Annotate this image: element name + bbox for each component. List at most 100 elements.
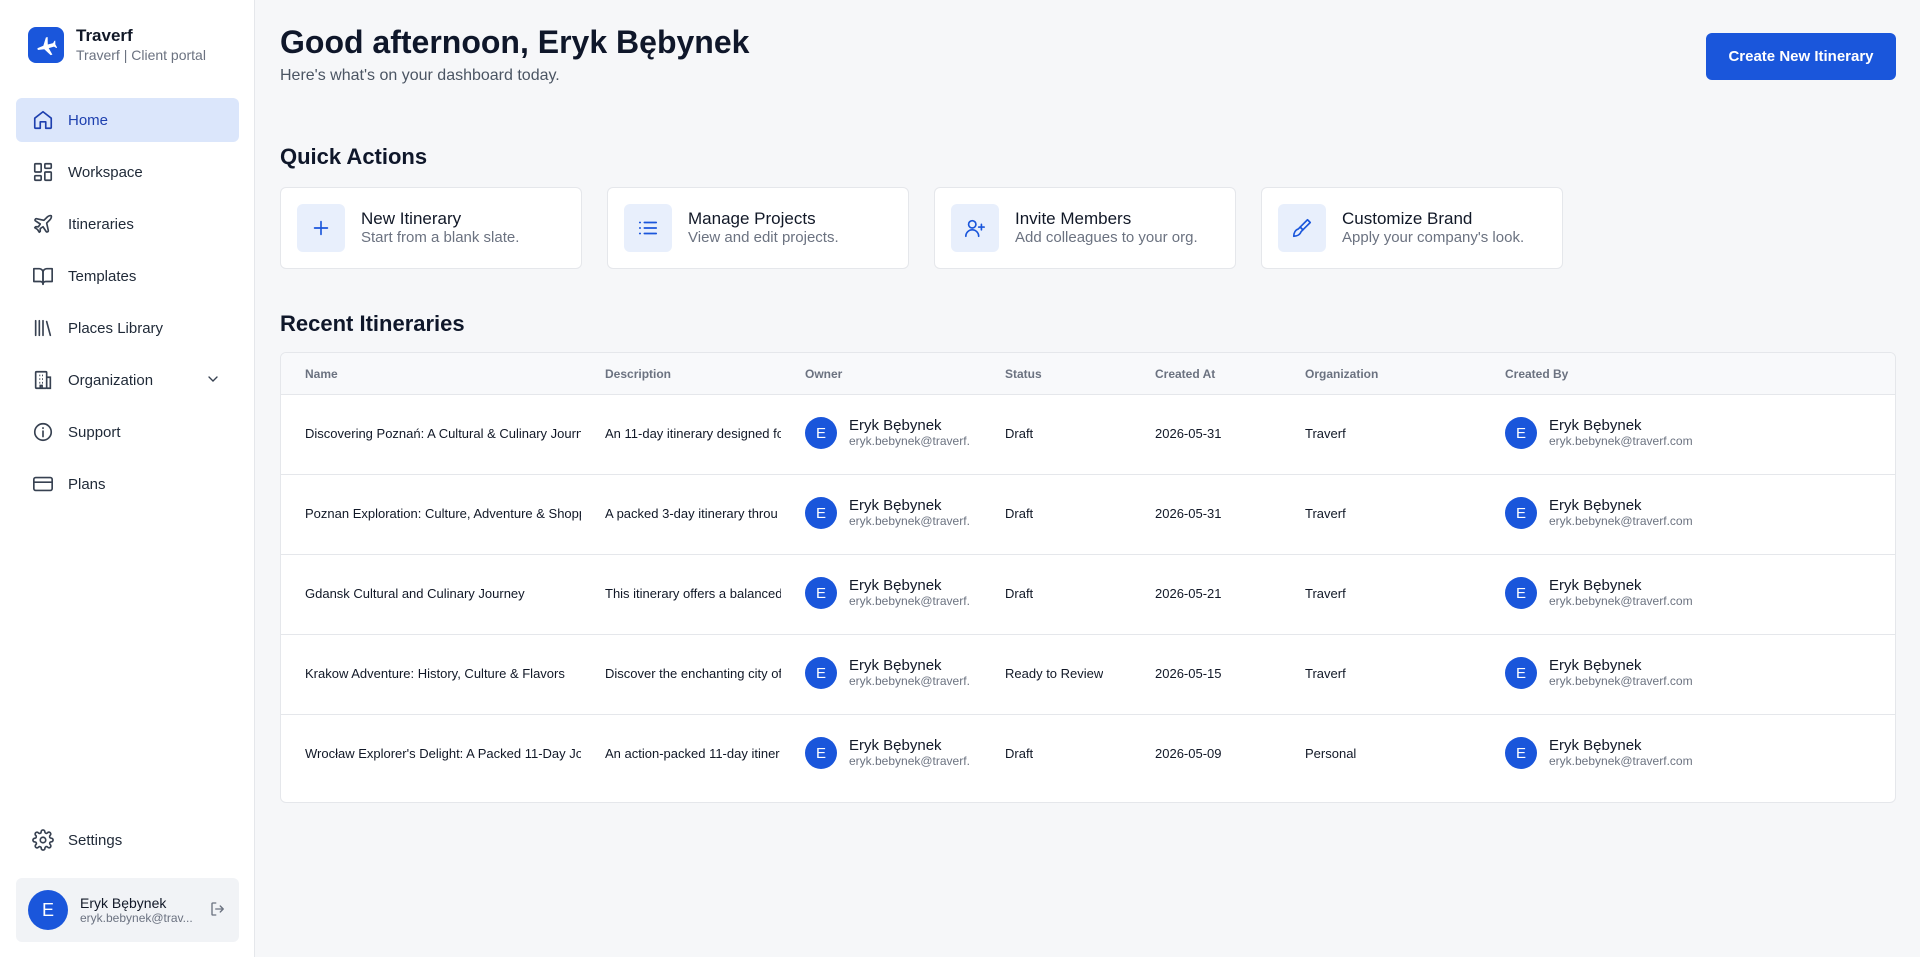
column-header-organization[interactable]: Organization — [1305, 367, 1378, 381]
info-icon — [32, 421, 54, 443]
avatar: E — [1505, 577, 1537, 609]
plane-logo-icon — [28, 27, 64, 63]
user-email: eryk.bebynek@trav... — [80, 911, 193, 925]
table-row[interactable]: Poznan Exploration: Culture, Adventure &… — [281, 474, 1895, 554]
avatar: E — [1505, 497, 1537, 529]
sidebar-item-organization[interactable]: Organization — [16, 358, 239, 402]
cell-status: Draft — [1005, 426, 1034, 441]
cell-status: Draft — [1005, 506, 1034, 521]
table-row[interactable]: Krakow Adventure: History, Culture & Fla… — [281, 634, 1895, 714]
cell-created-at: 2026-05-15 — [1155, 666, 1222, 681]
quick-action-invite-members[interactable]: Invite Members Add colleagues to your or… — [934, 187, 1236, 269]
sidebar-item-label: Support — [68, 423, 121, 441]
avatar: E — [805, 417, 837, 449]
avatar: E — [805, 577, 837, 609]
cell-organization: Traverf — [1305, 426, 1346, 441]
creator-email: eryk.bebynek@traverf.com — [1549, 434, 1693, 448]
cell-created-by: E Eryk Bębynek eryk.bebynek@traverf.com — [1505, 577, 1693, 609]
sidebar-item-support[interactable]: Support — [16, 410, 239, 454]
column-header-owner[interactable]: Owner — [805, 367, 842, 381]
quick-action-customize-brand[interactable]: Customize Brand Apply your company's loo… — [1261, 187, 1563, 269]
cell-status: Ready to Review — [1005, 666, 1104, 681]
cell-status: Draft — [1005, 746, 1034, 761]
cell-created-by: E Eryk Bębynek eryk.bebynek@traverf.com — [1505, 657, 1693, 689]
sidebar-bottom: Settings — [16, 818, 239, 870]
sidebar-item-label: Settings — [68, 831, 123, 849]
owner-email: eryk.bebynek@traverf. — [849, 594, 970, 608]
sidebar-item-settings[interactable]: Settings — [16, 818, 239, 862]
cell-name[interactable]: Discovering Poznań: A Cultural & Culinar… — [305, 426, 581, 441]
quick-action-title: New Itinerary — [361, 209, 462, 228]
recent-itineraries-title: Recent Itineraries — [280, 311, 465, 336]
grid-icon — [32, 161, 54, 183]
creator-email: eryk.bebynek@traverf.com — [1549, 594, 1693, 608]
creator-email: eryk.bebynek@traverf.com — [1549, 674, 1693, 688]
owner-email: eryk.bebynek@traverf. — [849, 514, 970, 528]
table-row[interactable]: Gdansk Cultural and Culinary Journey Thi… — [281, 554, 1895, 634]
library-icon — [32, 317, 54, 339]
sidebar-item-templates[interactable]: Templates — [16, 254, 239, 298]
quick-actions: New Itinerary Start from a blank slate. … — [280, 187, 1563, 269]
page-title: Good afternoon, Eryk Bębynek — [280, 24, 750, 60]
sidebar-item-label: Home — [68, 111, 109, 129]
brand-name: Traverf — [76, 26, 133, 45]
quick-action-title: Invite Members — [1015, 209, 1132, 228]
sidebar-item-places-library[interactable]: Places Library — [16, 306, 239, 350]
sidebar-item-workspace[interactable]: Workspace — [16, 150, 239, 194]
quick-action-manage-projects[interactable]: Manage Projects View and edit projects. — [607, 187, 909, 269]
cell-created-by: E Eryk Bębynek eryk.bebynek@traverf.com — [1505, 497, 1693, 529]
sidebar-item-label: Itineraries — [68, 215, 134, 233]
create-new-itinerary-button[interactable]: Create New Itinerary — [1706, 33, 1896, 80]
cell-owner: E Eryk Bębynek eryk.bebynek@traverf. — [805, 577, 981, 609]
cell-description: An action-packed 11-day itiner — [605, 746, 780, 761]
owner-name: Eryk Bębynek — [849, 737, 942, 754]
user-card[interactable]: E Eryk Bębynek eryk.bebynek@trav... — [16, 878, 239, 942]
creator-name: Eryk Bębynek — [1549, 577, 1642, 594]
quick-action-new-itinerary[interactable]: New Itinerary Start from a blank slate. — [280, 187, 582, 269]
cell-name[interactable]: Krakow Adventure: History, Culture & Fla… — [305, 666, 581, 681]
credit-card-icon — [32, 473, 54, 495]
cell-owner: E Eryk Bębynek eryk.bebynek@traverf. — [805, 417, 981, 449]
cell-organization: Traverf — [1305, 506, 1346, 521]
cell-description: A packed 3-day itinerary throu — [605, 506, 778, 521]
cell-description: This itinerary offers a balanced — [605, 586, 781, 601]
home-icon — [32, 109, 54, 131]
quick-action-desc: Add colleagues to your org. — [1015, 229, 1198, 246]
column-header-name[interactable]: Name — [305, 367, 338, 381]
sidebar-item-label: Templates — [68, 267, 137, 285]
cell-name[interactable]: Gdansk Cultural and Culinary Journey — [305, 586, 581, 601]
column-header-status[interactable]: Status — [1005, 367, 1042, 381]
plane-icon — [32, 213, 54, 235]
owner-name: Eryk Bębynek — [849, 657, 942, 674]
column-header-description[interactable]: Description — [605, 367, 671, 381]
column-header-created-at[interactable]: Created At — [1155, 367, 1215, 381]
brand[interactable]: Traverf Traverf | Client portal — [28, 26, 206, 64]
column-header-created-by[interactable]: Created By — [1505, 367, 1568, 381]
user-plus-icon — [951, 204, 999, 252]
brush-icon — [1278, 204, 1326, 252]
cell-name[interactable]: Wrocław Explorer's Delight: A Packed 11-… — [305, 746, 581, 761]
cell-created-at: 2026-05-21 — [1155, 586, 1222, 601]
cell-organization: Traverf — [1305, 586, 1346, 601]
cell-owner: E Eryk Bębynek eryk.bebynek@traverf. — [805, 657, 981, 689]
list-icon — [624, 204, 672, 252]
cell-status: Draft — [1005, 586, 1034, 601]
chevron-down-icon[interactable] — [205, 371, 221, 392]
table-row[interactable]: Wrocław Explorer's Delight: A Packed 11-… — [281, 714, 1895, 794]
creator-email: eryk.bebynek@traverf.com — [1549, 754, 1693, 768]
owner-email: eryk.bebynek@traverf. — [849, 434, 970, 448]
sidebar-item-plans[interactable]: Plans — [16, 462, 239, 506]
logout-icon[interactable] — [209, 900, 227, 923]
brand-subtitle: Traverf | Client portal — [76, 47, 206, 63]
sidebar-item-itineraries[interactable]: Itineraries — [16, 202, 239, 246]
table-row[interactable]: Discovering Poznań: A Cultural & Culinar… — [281, 394, 1895, 474]
creator-name: Eryk Bębynek — [1549, 497, 1642, 514]
cell-owner: E Eryk Bębynek eryk.bebynek@traverf. — [805, 497, 981, 529]
cell-name[interactable]: Poznan Exploration: Culture, Adventure &… — [305, 506, 581, 521]
sidebar-item-label: Plans — [68, 475, 106, 493]
cell-owner: E Eryk Bębynek eryk.bebynek@traverf. — [805, 737, 981, 769]
table-header: Name Description Owner Status Created At… — [281, 353, 1895, 394]
building-icon — [32, 369, 54, 391]
page-subtitle: Here's what's on your dashboard today. — [280, 67, 560, 84]
sidebar-item-home[interactable]: Home — [16, 98, 239, 142]
